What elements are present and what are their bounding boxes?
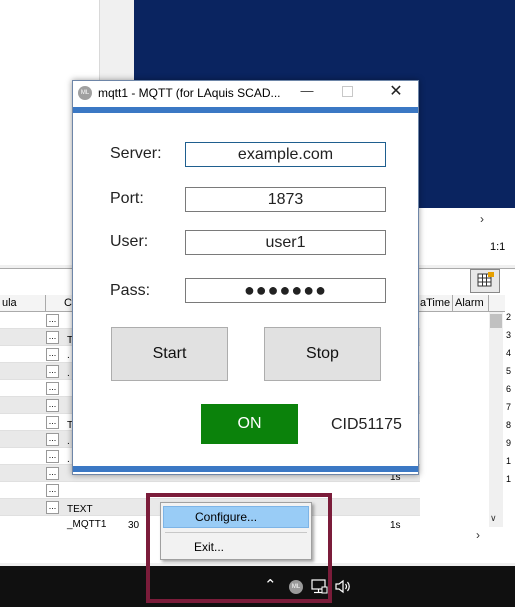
scrollbar-thumb[interactable]	[490, 314, 502, 328]
password-field[interactable]: ●●●●●●●	[185, 278, 386, 303]
dialog-title: mqtt1 - MQTT (for LAquis SCAD...	[98, 86, 281, 100]
row-number: 2	[506, 312, 512, 322]
scroll-right-icon[interactable]: ›	[480, 212, 484, 226]
cell-text: _MQTT1	[67, 519, 107, 530]
close-icon[interactable]: ✕	[384, 81, 408, 103]
start-button[interactable]: Start	[111, 327, 228, 381]
user-label: User:	[110, 233, 149, 250]
row-number: 1	[506, 456, 512, 466]
cell-value: 30	[128, 520, 140, 531]
user-field[interactable]	[185, 230, 386, 255]
cell-text: .	[67, 454, 70, 465]
status-indicator[interactable]: ON	[201, 404, 298, 444]
ellipsis-button[interactable]: ...	[46, 467, 59, 480]
ellipsis-button[interactable]: ...	[46, 450, 59, 463]
scroll-down-icon[interactable]: ∨	[490, 513, 497, 524]
pass-label: Pass:	[110, 282, 151, 299]
ellipsis-button[interactable]: ...	[46, 399, 59, 412]
stop-button[interactable]: Stop	[264, 327, 381, 381]
highlight-box	[146, 493, 332, 603]
scroll-right-icon[interactable]: ›	[476, 528, 480, 542]
row-number: 4	[506, 348, 512, 358]
ellipsis-button[interactable]: ...	[46, 433, 59, 446]
column-header[interactable]: ula	[0, 295, 46, 312]
maximize-icon	[342, 86, 353, 97]
ellipsis-button[interactable]: ...	[46, 382, 59, 395]
client-id-label: CID51175	[331, 416, 402, 433]
row-number: 7	[506, 402, 512, 412]
row-number: 9	[506, 438, 512, 448]
cell-text: .	[67, 368, 70, 379]
volume-icon[interactable]	[335, 579, 353, 594]
dialog-accent-bar-bottom	[73, 466, 418, 472]
row-number: 6	[506, 384, 512, 394]
row-number: 1	[506, 474, 512, 484]
ellipsis-button[interactable]: ...	[46, 484, 59, 497]
ellipsis-button[interactable]: ...	[46, 365, 59, 378]
ellipsis-button[interactable]: ...	[46, 331, 59, 344]
row-number: 5	[506, 366, 512, 376]
app-icon: ML	[78, 86, 92, 100]
minimize-icon[interactable]: —	[300, 82, 314, 102]
cell-text: .	[67, 350, 70, 361]
row-number: 8	[506, 420, 512, 430]
cell-text: TEXT	[67, 504, 93, 515]
cell-text: .	[67, 436, 70, 447]
port-field[interactable]	[185, 187, 386, 212]
vertical-scrollbar[interactable]	[489, 312, 503, 527]
row-number: 3	[506, 330, 512, 340]
ellipsis-button[interactable]: ...	[46, 348, 59, 361]
grid-toolbar-icon[interactable]	[470, 269, 500, 293]
column-header[interactable]: aTime	[418, 295, 453, 312]
column-header[interactable]: Alarm	[453, 295, 489, 312]
server-field[interactable]	[185, 142, 386, 167]
zoom-ratio: 1:1	[490, 241, 506, 253]
ellipsis-button[interactable]: ...	[46, 501, 59, 514]
ellipsis-button[interactable]: ...	[46, 314, 59, 327]
port-label: Port:	[110, 190, 144, 207]
cell-value: 1s	[390, 520, 401, 531]
ellipsis-button[interactable]: ...	[46, 416, 59, 429]
server-label: Server:	[110, 145, 162, 162]
dialog-accent-bar	[73, 107, 418, 113]
